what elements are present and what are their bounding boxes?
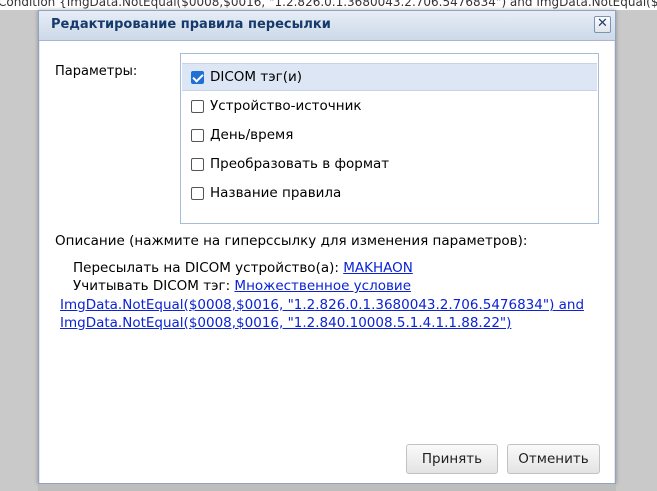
tag-condition-link-line3[interactable]: ImgData.NotEqual($0008,$0016, "1.2.840.1… (60, 315, 511, 331)
param-item-convert-format[interactable]: Преобразовать в формат (182, 150, 597, 178)
checkbox-rule-name[interactable] (191, 186, 204, 200)
checkbox-source-device[interactable] (191, 99, 204, 113)
dialog-titlebar: Редактирование правила пересылки ✕ (39, 11, 615, 41)
description-label: Описание (нажмите на гиперссылку для изм… (55, 233, 528, 249)
params-label: Параметры: (55, 64, 138, 79)
close-icon: ✕ (597, 16, 608, 31)
param-label: Преобразовать в формат (210, 156, 390, 172)
param-label: День/время (210, 127, 294, 143)
tag-description: Учитывать DICOM тэг: Множественное услов… (73, 278, 411, 294)
param-item-dicom-tags[interactable]: DICOM тэг(и) (182, 63, 597, 91)
param-item-rule-name[interactable]: Название правила (182, 179, 597, 207)
forward-device-link[interactable]: MAKHAON (343, 260, 413, 276)
checkbox-convert-format[interactable] (191, 157, 204, 171)
checkbox-day-time[interactable] (191, 128, 204, 142)
tag-condition-link-line2[interactable]: ImgData.NotEqual($0008,$0016, "1.2.826.0… (60, 297, 584, 313)
params-list: DICOM тэг(и) Устройство-источник День/вр… (180, 53, 599, 224)
dialog-title: Редактирование правила пересылки (51, 17, 331, 32)
tag-condition-link[interactable]: Множественное условие (234, 278, 411, 294)
param-label: DICOM тэг(и) (210, 69, 303, 85)
dialog-bottom-shadow (38, 484, 616, 491)
param-item-day-time[interactable]: День/время (182, 121, 597, 149)
edit-forward-rule-dialog: Редактирование правила пересылки ✕ Парам… (38, 10, 616, 484)
param-label: Название правила (210, 185, 342, 201)
cancel-button[interactable]: Отменить (507, 444, 600, 474)
close-button[interactable]: ✕ (594, 16, 611, 33)
forward-description: Пересылать на DICOM устройство(а): MAKHA… (73, 260, 413, 276)
dialog-body: Параметры: DICOM тэг(и) Устройство-источ… (40, 41, 614, 483)
tag-prefix: Учитывать DICOM тэг: (73, 278, 235, 294)
param-label: Устройство-источник (210, 98, 362, 114)
forward-prefix: Пересылать на DICOM устройство(а): (73, 260, 344, 276)
param-item-source-device[interactable]: Устройство-источник (182, 92, 597, 120)
accept-button[interactable]: Принять (406, 444, 498, 474)
checkbox-dicom-tags[interactable] (191, 70, 204, 84)
